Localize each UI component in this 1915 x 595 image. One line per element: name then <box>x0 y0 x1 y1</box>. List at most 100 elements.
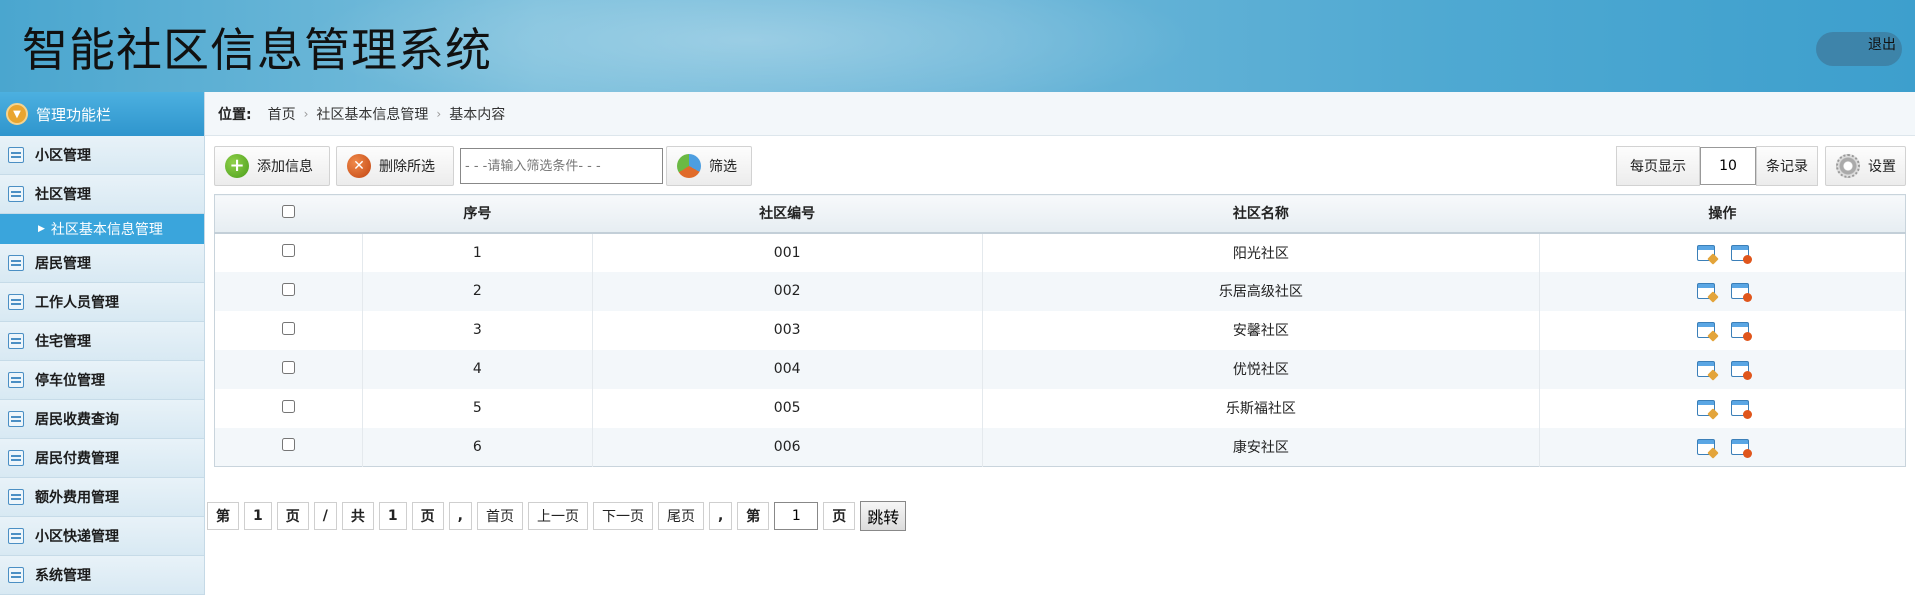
edit-icon[interactable] <box>1696 438 1715 455</box>
sidebar-item-residential-area[interactable]: 小区管理 <box>0 136 204 175</box>
sidebar-item-payment[interactable]: 居民付费管理 <box>0 439 204 478</box>
sidebar-item-staff[interactable]: 工作人员管理 <box>0 283 204 322</box>
sidebar-header[interactable]: ▼ 管理功能栏 <box>0 92 204 136</box>
chat-icon <box>8 186 24 202</box>
cell-code: 001 <box>592 232 983 272</box>
sidebar-item-label: 小区管理 <box>35 148 91 164</box>
sidebar-item-label: 住宅管理 <box>35 334 91 350</box>
column-header-actions: 操作 <box>1539 194 1906 234</box>
cell-code: 003 <box>592 310 983 350</box>
pager-last-button[interactable]: 尾页 <box>657 502 704 530</box>
community-table: 序号 社区编号 社区名称 操作 1 001 阳光社区 2 002 乐居高级社区 <box>214 194 1906 467</box>
sidebar-subitem-label: 社区基本信息管理 <box>50 222 163 238</box>
row-checkbox[interactable] <box>281 360 295 374</box>
delete-icon[interactable] <box>1730 283 1752 302</box>
pager-next-button[interactable]: 下一页 <box>592 502 653 530</box>
sidebar: ▼ 管理功能栏 小区管理 社区管理 ▶ 社区基本信息管理 居民管理 工作人员管理… <box>0 92 205 595</box>
calendar-icon <box>8 567 24 583</box>
pager-current-page: 1 <box>244 502 272 530</box>
sidebar-title: 管理功能栏 <box>36 105 112 124</box>
calendar-icon <box>8 411 24 427</box>
cell-name: 阳光社区 <box>982 232 1541 272</box>
sidebar-item-label: 社区管理 <box>35 187 91 203</box>
sidebar-item-system[interactable]: 系统管理 <box>0 556 204 595</box>
cell-name: 康安社区 <box>982 427 1541 467</box>
filter-input[interactable] <box>460 148 663 184</box>
gear-icon <box>1836 154 1860 178</box>
sidebar-item-extra-fees[interactable]: 额外费用管理 <box>0 478 204 517</box>
sidebar-item-parking[interactable]: 停车位管理 <box>0 361 204 400</box>
pager-jump-input[interactable] <box>774 502 819 530</box>
delete-button-label: 删除所选 <box>379 159 435 175</box>
cell-name: 优悦社区 <box>982 349 1541 389</box>
toolbar: + 添加信息 ✕ 删除所选 筛选 每页显示 条记录 设置 <box>214 146 1906 186</box>
row-checkbox[interactable] <box>281 438 295 452</box>
edit-icon[interactable] <box>1696 244 1715 261</box>
sidebar-item-label: 居民管理 <box>35 256 91 272</box>
cell-code: 005 <box>592 388 983 428</box>
sidebar-item-label: 居民付费管理 <box>35 451 119 467</box>
pager-gong: 共 <box>341 502 374 530</box>
calendar-icon <box>8 528 24 544</box>
table-row: 2 002 乐居高级社区 <box>214 271 1906 311</box>
select-all-checkbox[interactable] <box>282 204 296 218</box>
sidebar-item-housing[interactable]: 住宅管理 <box>0 322 204 361</box>
main-content: 位置: 首页 › 社区基本信息管理 › 基本内容 + 添加信息 ✕ 删除所选 筛… <box>205 92 1915 595</box>
edit-icon[interactable] <box>1696 283 1715 299</box>
column-header-name: 社区名称 <box>982 194 1540 234</box>
pager-ye2: 页 <box>411 502 444 530</box>
pager-prev-button[interactable]: 上一页 <box>527 502 588 530</box>
pager-slash: / <box>313 502 337 530</box>
pager-first-button[interactable]: 首页 <box>476 502 523 530</box>
row-checkbox[interactable] <box>281 399 295 413</box>
pagination: 第 1 页 / 共 1 页 , 首页 上一页 下一页 尾页 , 第 页 跳转 <box>207 501 907 531</box>
filter-button-label: 筛选 <box>709 159 737 175</box>
breadcrumb-community-info[interactable]: 社区基本信息管理 <box>316 104 428 124</box>
edit-icon <box>8 255 24 271</box>
settings-button[interactable]: 设置 <box>1825 146 1906 186</box>
sidebar-item-parcels[interactable]: 小区快递管理 <box>0 517 204 556</box>
edit-icon[interactable] <box>1696 322 1715 338</box>
row-checkbox[interactable] <box>281 282 295 296</box>
delete-selected-button[interactable]: ✕ 删除所选 <box>336 146 454 186</box>
delete-icon[interactable] <box>1730 322 1752 341</box>
cell-name: 乐居高级社区 <box>982 271 1541 311</box>
calendar-icon <box>8 294 24 310</box>
delete-icon[interactable] <box>1730 244 1752 264</box>
cell-code: 004 <box>592 349 983 389</box>
app-header: 智能社区信息管理系统 退出 <box>0 0 1915 92</box>
chevron-down-icon: ▼ <box>6 103 28 125</box>
sidebar-item-label: 工作人员管理 <box>35 295 119 311</box>
table-row: 6 006 康安社区 <box>214 427 1906 467</box>
breadcrumb-home[interactable]: 首页 <box>268 104 296 124</box>
pager-go-button[interactable]: 跳转 <box>860 501 907 531</box>
sidebar-item-fee-query[interactable]: 居民收费查询 <box>0 400 204 439</box>
sidebar-subitem-community-info[interactable]: ▶ 社区基本信息管理 <box>0 214 204 244</box>
pager-di: 第 <box>207 502 239 530</box>
per-page-input[interactable] <box>1700 147 1756 185</box>
plus-icon: + <box>225 154 249 178</box>
cell-seq: 6 <box>362 427 593 467</box>
row-checkbox[interactable] <box>281 321 295 335</box>
app-title: 智能社区信息管理系统 <box>22 23 492 77</box>
delete-icon[interactable] <box>1730 400 1752 419</box>
column-header-seq: 序号 <box>362 194 593 234</box>
sidebar-item-residents[interactable]: 居民管理 <box>0 244 204 283</box>
sidebar-item-label: 停车位管理 <box>35 373 105 389</box>
edit-icon[interactable] <box>1696 400 1715 416</box>
calendar-icon <box>8 372 24 388</box>
sidebar-item-label: 小区快递管理 <box>35 529 119 545</box>
table-header-row: 序号 社区编号 社区名称 操作 <box>214 194 1906 234</box>
filter-button[interactable]: 筛选 <box>666 146 752 186</box>
cell-code: 002 <box>592 271 983 311</box>
table-row: 3 003 安馨社区 <box>214 310 1906 350</box>
logout-button[interactable]: 退出 <box>1816 32 1902 66</box>
calendar-icon <box>8 489 24 505</box>
delete-icon[interactable] <box>1730 361 1752 380</box>
add-button[interactable]: + 添加信息 <box>214 146 330 186</box>
edit-icon[interactable] <box>1696 361 1715 377</box>
sidebar-item-community[interactable]: 社区管理 <box>0 175 204 214</box>
delete-icon[interactable] <box>1730 438 1752 458</box>
row-checkbox[interactable] <box>281 244 295 257</box>
pager-ye3: 页 <box>823 502 856 530</box>
